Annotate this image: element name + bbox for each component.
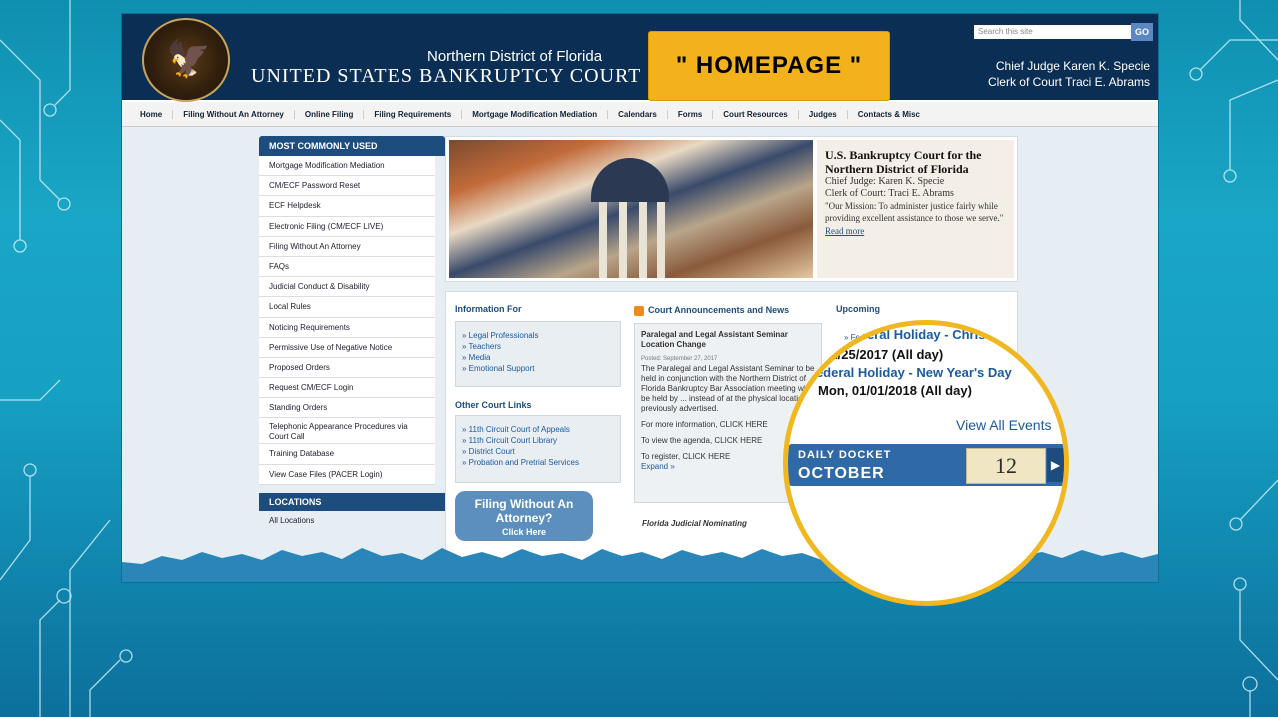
upcoming-heading: Upcoming (836, 304, 880, 314)
list-item[interactable]: Training Database (259, 444, 435, 465)
daily-docket-widget[interactable]: DAILY DOCKET OCTOBER 12 ▶ (788, 444, 1064, 486)
search-input[interactable]: Search this site (974, 25, 1134, 39)
hero-title: U.S. Bankruptcy Court for the Northern D… (825, 148, 982, 176)
list-item[interactable]: Proposed Orders (259, 357, 435, 379)
main-nav: Home Filing Without An Attorney Online F… (122, 102, 1158, 127)
upcoming-event-1-zoom[interactable]: » Federal Holiday - Christmas (833, 327, 1016, 342)
announcement-body: The Paralegal and Legal Assistant Semina… (641, 364, 815, 413)
view-all-events-link[interactable]: View All Events (956, 417, 1051, 433)
other-links-heading: Other Court Links (455, 400, 532, 410)
upcoming-event-2[interactable]: Federal Holiday - New Year's Day (808, 365, 1012, 380)
info-link[interactable]: » Teachers (462, 341, 614, 352)
other-links-box: » 11th Circuit Court of Appeals » 11th C… (455, 415, 621, 483)
announcement-title[interactable]: Paralegal and Legal Assistant Seminar Lo… (641, 330, 815, 350)
list-item[interactable]: Standing Orders (259, 398, 435, 419)
magnifier-callout: » Federal Holiday - Christmas , 12/25/20… (783, 320, 1069, 606)
list-item[interactable]: Request CM/ECF Login (259, 378, 435, 399)
nav-mortgage-modification[interactable]: Mortgage Modification Mediation (462, 109, 609, 119)
nav-online-filing[interactable]: Online Filing (295, 109, 365, 119)
district-title: Northern District of Florida (427, 48, 603, 65)
upcoming-date-1: , 12/25/2017 (All day) (816, 347, 944, 362)
docket-day: 12 (966, 448, 1046, 484)
announcements-heading: Court Announcements and News (634, 305, 789, 316)
read-more-link[interactable]: Read more (825, 226, 1006, 236)
dome-shape (591, 158, 669, 202)
nav-calendars[interactable]: Calendars (608, 109, 668, 119)
list-item[interactable]: Filing Without An Attorney (259, 236, 435, 257)
docket-label: DAILY DOCKET (798, 449, 892, 461)
list-item[interactable]: Judicial Conduct & Disability (259, 277, 435, 298)
list-item[interactable]: FAQs (259, 256, 435, 278)
nav-court-resources[interactable]: Court Resources (713, 109, 799, 119)
nav-contacts[interactable]: Contacts & Misc (848, 110, 930, 119)
courthouse-mural-image (449, 140, 813, 278)
chief-judge: Chief Judge Karen K. Specie (995, 59, 1150, 73)
filing-button-label: Filing Without An Attorney? (474, 497, 574, 525)
docket-month: OCTOBER (798, 465, 885, 482)
info-link[interactable]: » Legal Professionals (462, 330, 614, 341)
list-item[interactable]: Mortgage Modification Mediation (259, 156, 435, 177)
rss-icon (634, 305, 644, 316)
clerk-of-court: Clerk of Court Traci E. Abrams (987, 75, 1150, 89)
nav-filing-without-attorney[interactable]: Filing Without An Attorney (173, 109, 295, 119)
info-for-heading: Information For (455, 304, 522, 314)
homepage-callout: " HOMEPAGE " (648, 31, 890, 101)
hero-judge: Chief Judge: Karen K. Specie (825, 176, 945, 187)
nav-forms[interactable]: Forms (668, 109, 714, 119)
nav-home[interactable]: Home (122, 109, 174, 119)
list-item[interactable]: CM/ECF Password Reset (259, 176, 435, 197)
column-shape (599, 202, 607, 278)
locations-heading: LOCATIONS (259, 493, 445, 511)
nav-judges[interactable]: Judges (799, 109, 848, 119)
officials: Chief Judge Karen K. Specie Clerk of Cou… (988, 58, 1150, 90)
nav-filing-requirements[interactable]: Filing Requirements (364, 109, 463, 119)
list-item[interactable]: Permissive Use of Negative Notice (259, 337, 435, 358)
info-for-box: » Legal Professionals » Teachers » Media… (455, 321, 621, 387)
info-link[interactable]: » Emotional Support (462, 363, 614, 374)
eagle-icon: 🦅 (166, 38, 211, 79)
court-link[interactable]: » Probation and Pretrial Services (462, 457, 614, 468)
announcement-posted: Posted: September 27, 2017 (641, 356, 718, 362)
column-shape (619, 202, 627, 278)
column-shape (639, 202, 647, 278)
list-item[interactable]: Local Rules (259, 297, 435, 318)
info-link[interactable]: » Media (462, 352, 614, 363)
hero-banner: U.S. Bankruptcy Court for the Northern D… (445, 136, 1018, 282)
court-title: UNITED STATES BANKRUPTCY COURT (251, 65, 642, 87)
site-header: 🦅 Northern District of Florida UNITED ST… (122, 14, 1158, 102)
list-item[interactable]: Telephonic Appearance Procedures via Cou… (259, 418, 435, 445)
list-item[interactable]: View Case Files (PACER Login) (259, 464, 435, 485)
court-link[interactable]: » District Court (462, 446, 614, 457)
chevron-right-icon[interactable]: ▶ (1047, 448, 1064, 482)
upcoming-date-2: Mon, 01/01/2018 (All day) (818, 383, 972, 398)
court-link[interactable]: » 11th Circuit Court Library (462, 435, 614, 446)
court-link[interactable]: » 11th Circuit Court of Appeals (462, 424, 614, 435)
list-item[interactable]: ECF Helpdesk (259, 196, 435, 217)
hero-text: U.S. Bankruptcy Court for the Northern D… (817, 140, 1014, 278)
list-item[interactable]: Noticing Requirements (259, 317, 435, 338)
florida-nominating[interactable]: Florida Judicial Nominating (642, 519, 747, 528)
column-shape (657, 202, 665, 278)
search-go-button[interactable]: GO (1131, 23, 1153, 41)
most-common-heading: MOST COMMONLY USED (259, 136, 445, 156)
list-item[interactable]: Electronic Filing (CM/ECF LIVE) (259, 216, 435, 237)
most-common-list: Mortgage Modification Mediation CM/ECF P… (259, 156, 435, 485)
hero-clerk: Clerk of Court: Traci E. Abrams (825, 188, 954, 199)
court-seal: 🦅 (142, 18, 230, 102)
hero-mission: "Our Mission: To administer justice fair… (825, 201, 1004, 223)
all-locations-link[interactable]: All Locations (269, 516, 314, 525)
